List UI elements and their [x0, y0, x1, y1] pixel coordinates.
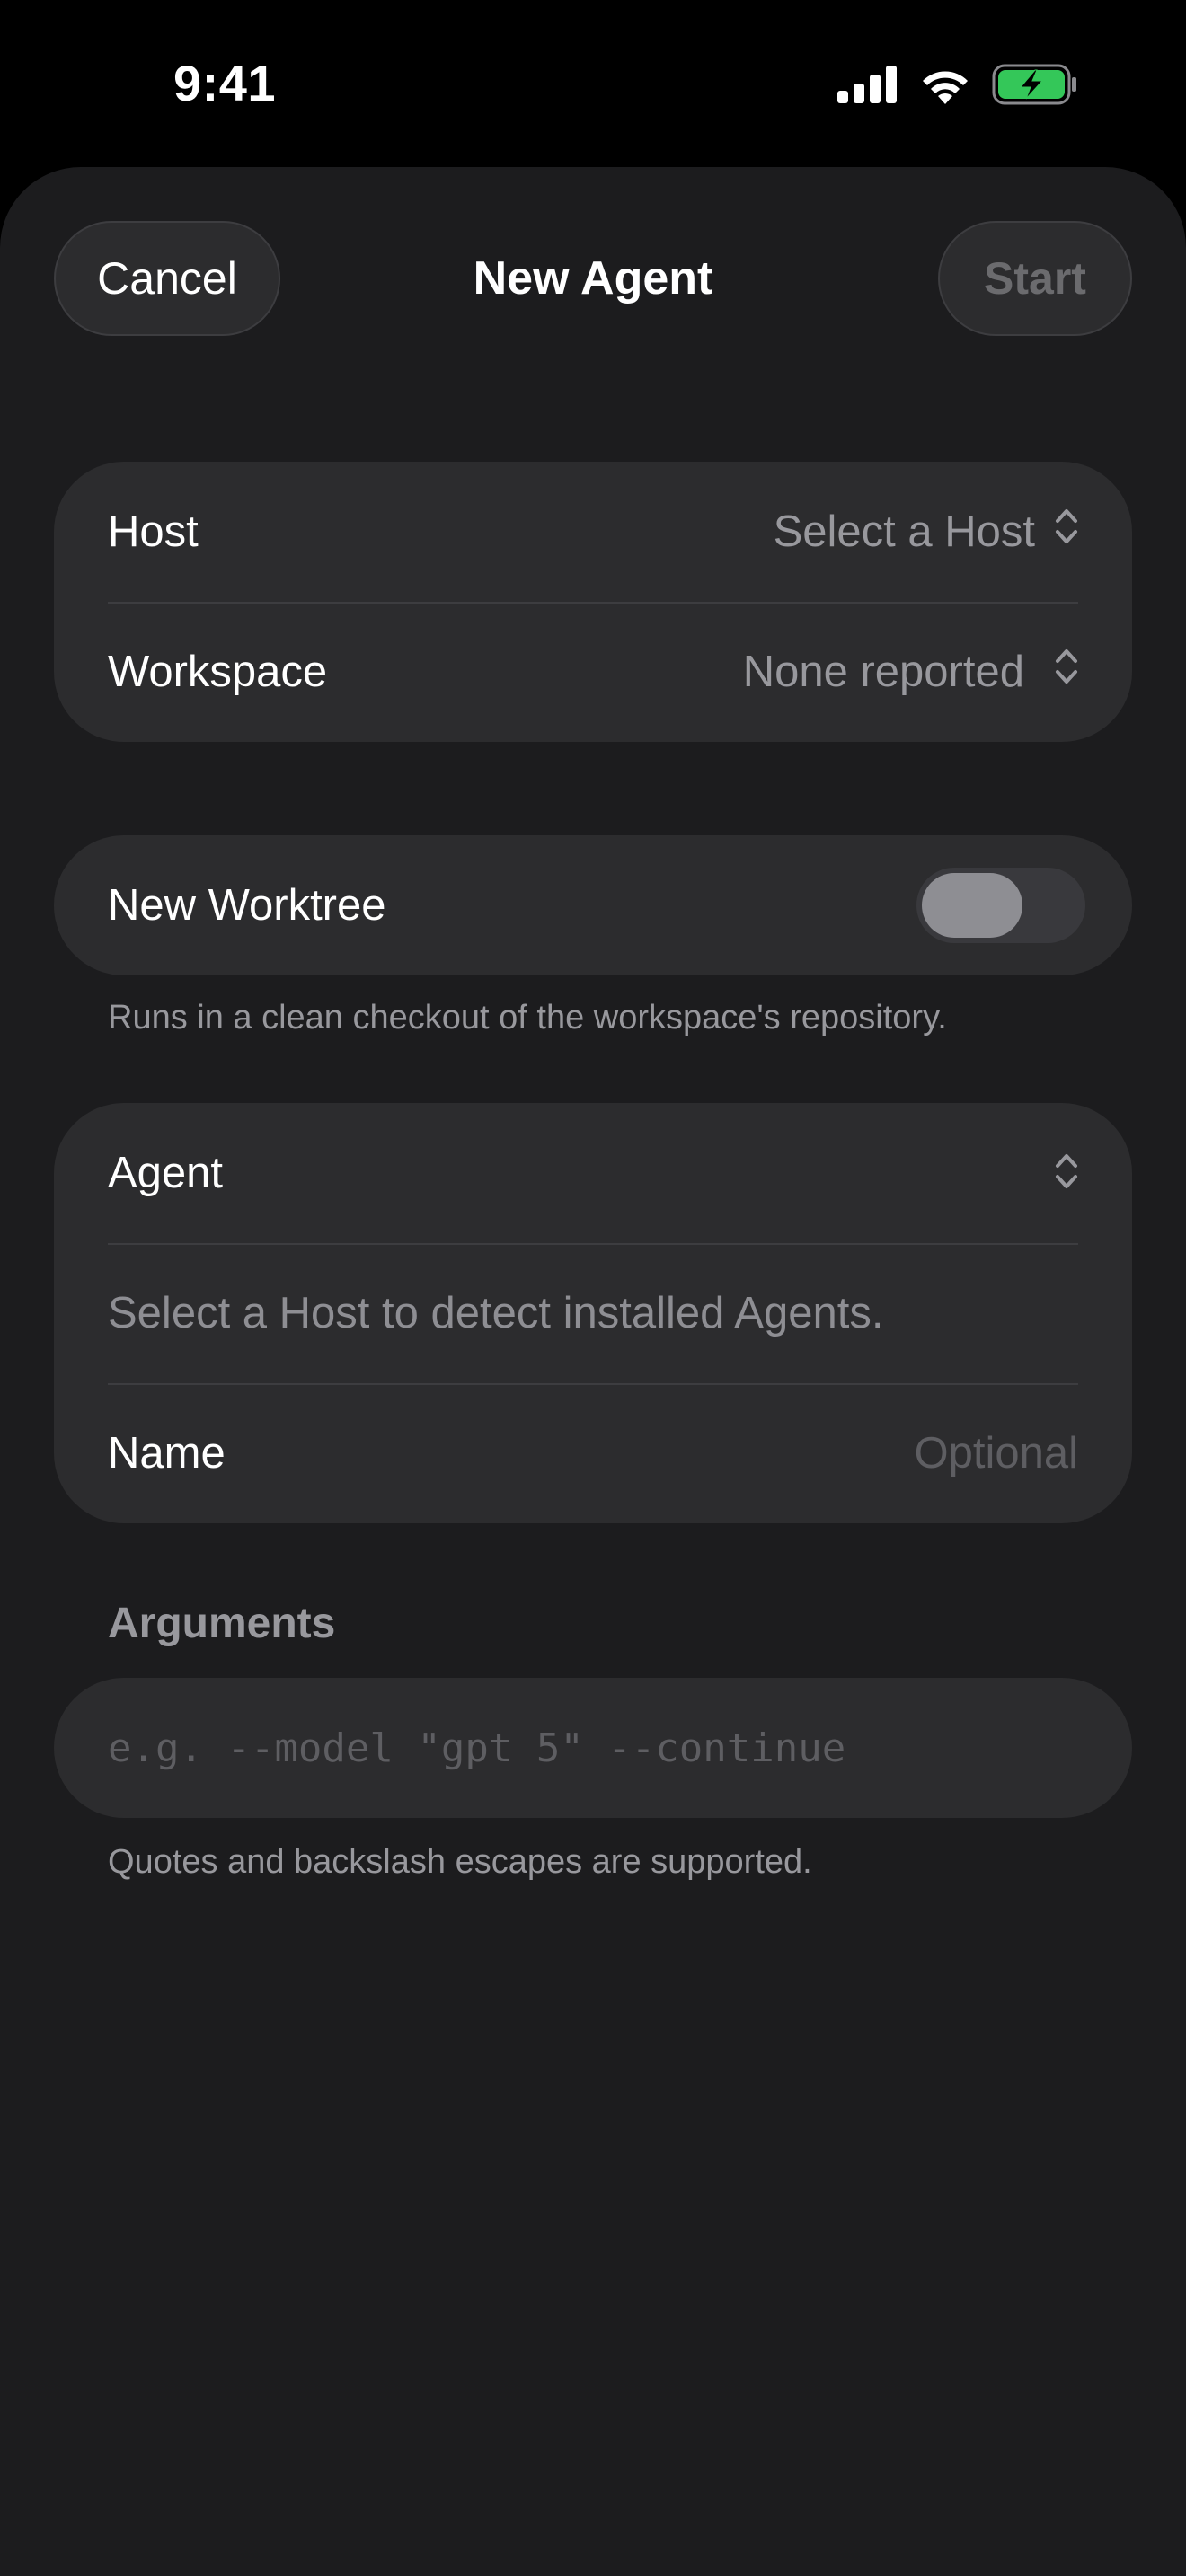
agent-label: Agent	[108, 1149, 224, 1197]
arguments-field[interactable]	[54, 1678, 1132, 1818]
workspace-row[interactable]: Workspace None reported	[54, 602, 1132, 742]
worktree-group: New Worktree	[54, 835, 1132, 975]
cancel-button[interactable]: Cancel	[54, 221, 280, 336]
host-picker[interactable]: Select a Host	[774, 507, 1078, 557]
host-label: Host	[108, 507, 199, 556]
cellular-signal-icon	[837, 65, 898, 108]
chevron-up-down-icon	[1055, 507, 1078, 557]
agent-row[interactable]: Agent	[54, 1103, 1132, 1243]
name-label: Name	[108, 1429, 226, 1478]
worktree-label: New Worktree	[108, 881, 386, 930]
wifi-icon	[918, 65, 972, 109]
name-input[interactable]	[719, 1428, 1078, 1478]
workspace-label: Workspace	[108, 648, 328, 696]
workspace-picker[interactable]: None reported	[743, 647, 1078, 697]
arguments-input[interactable]	[108, 1725, 1078, 1771]
arguments-footnote: Quotes and backslash escapes are support…	[108, 1843, 812, 1881]
screen: 9:41 Cancel New Agent Start Host Select …	[0, 0, 1186, 2576]
worktree-row: New Worktree	[54, 835, 1132, 975]
status-icons	[837, 63, 1078, 110]
chevron-up-down-icon	[1055, 1151, 1078, 1195]
chevron-up-down-icon	[1055, 647, 1078, 697]
new-agent-sheet: Cancel New Agent Start Host Select a Hos…	[0, 167, 1186, 2576]
host-group: Host Select a Host Workspace None report…	[54, 462, 1132, 742]
arguments-header: Arguments	[108, 1600, 336, 1647]
workspace-value: None reported	[742, 648, 1024, 696]
agent-hint: Select a Host to detect installed Agents…	[108, 1289, 884, 1337]
agent-group: Agent Select a Host to detect installed …	[54, 1103, 1132, 1523]
status-bar: 9:41	[0, 0, 1186, 162]
worktree-toggle[interactable]	[916, 868, 1085, 943]
sheet-title: New Agent	[473, 252, 713, 304]
name-row[interactable]: Name	[54, 1383, 1132, 1523]
agent-hint-row: Select a Host to detect installed Agents…	[54, 1243, 1132, 1383]
host-value: Select a Host	[773, 507, 1035, 556]
status-time: 9:41	[173, 55, 277, 111]
start-button[interactable]: Start	[938, 221, 1132, 336]
worktree-footnote: Runs in a clean checkout of the workspac…	[108, 999, 947, 1037]
toggle-knob	[922, 873, 1022, 938]
host-row[interactable]: Host Select a Host	[54, 462, 1132, 602]
battery-charging-icon	[992, 64, 1078, 110]
